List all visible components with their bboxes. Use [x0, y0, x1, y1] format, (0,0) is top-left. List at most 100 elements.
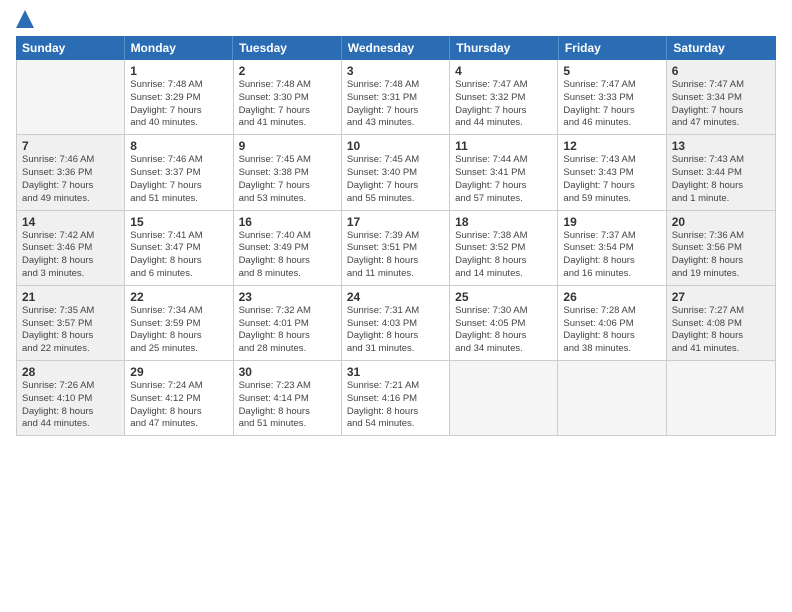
logo	[16, 14, 34, 28]
calendar-cell: 14Sunrise: 7:42 AMSunset: 3:46 PMDayligh…	[17, 211, 125, 285]
calendar-cell: 8Sunrise: 7:46 AMSunset: 3:37 PMDaylight…	[125, 135, 233, 209]
day-number: 31	[347, 365, 444, 379]
calendar-cell	[667, 361, 775, 435]
day-info: Sunrise: 7:43 AMSunset: 3:44 PMDaylight:…	[672, 154, 770, 205]
day-number: 27	[672, 290, 770, 304]
calendar-body: 1Sunrise: 7:48 AMSunset: 3:29 PMDaylight…	[16, 60, 776, 436]
calendar-cell: 13Sunrise: 7:43 AMSunset: 3:44 PMDayligh…	[667, 135, 775, 209]
day-number: 24	[347, 290, 444, 304]
day-number: 20	[672, 215, 770, 229]
day-number: 3	[347, 64, 444, 78]
day-info: Sunrise: 7:46 AMSunset: 3:37 PMDaylight:…	[130, 154, 227, 205]
day-info: Sunrise: 7:40 AMSunset: 3:49 PMDaylight:…	[239, 230, 336, 281]
day-info: Sunrise: 7:38 AMSunset: 3:52 PMDaylight:…	[455, 230, 552, 281]
day-info: Sunrise: 7:30 AMSunset: 4:05 PMDaylight:…	[455, 305, 552, 356]
day-info: Sunrise: 7:34 AMSunset: 3:59 PMDaylight:…	[130, 305, 227, 356]
day-number: 7	[22, 139, 119, 153]
day-info: Sunrise: 7:28 AMSunset: 4:06 PMDaylight:…	[563, 305, 660, 356]
day-number: 28	[22, 365, 119, 379]
page: SundayMondayTuesdayWednesdayThursdayFrid…	[0, 0, 792, 612]
day-info: Sunrise: 7:26 AMSunset: 4:10 PMDaylight:…	[22, 380, 119, 431]
calendar-cell: 24Sunrise: 7:31 AMSunset: 4:03 PMDayligh…	[342, 286, 450, 360]
calendar-cell: 27Sunrise: 7:27 AMSunset: 4:08 PMDayligh…	[667, 286, 775, 360]
day-info: Sunrise: 7:39 AMSunset: 3:51 PMDaylight:…	[347, 230, 444, 281]
day-info: Sunrise: 7:35 AMSunset: 3:57 PMDaylight:…	[22, 305, 119, 356]
day-info: Sunrise: 7:42 AMSunset: 3:46 PMDaylight:…	[22, 230, 119, 281]
day-number: 29	[130, 365, 227, 379]
day-number: 30	[239, 365, 336, 379]
day-number: 9	[239, 139, 336, 153]
day-number: 13	[672, 139, 770, 153]
day-info: Sunrise: 7:47 AMSunset: 3:32 PMDaylight:…	[455, 79, 552, 130]
header	[16, 14, 776, 28]
calendar-row: 14Sunrise: 7:42 AMSunset: 3:46 PMDayligh…	[17, 211, 775, 286]
day-info: Sunrise: 7:21 AMSunset: 4:16 PMDaylight:…	[347, 380, 444, 431]
calendar-cell: 17Sunrise: 7:39 AMSunset: 3:51 PMDayligh…	[342, 211, 450, 285]
day-number: 17	[347, 215, 444, 229]
calendar-cell: 3Sunrise: 7:48 AMSunset: 3:31 PMDaylight…	[342, 60, 450, 134]
day-info: Sunrise: 7:47 AMSunset: 3:34 PMDaylight:…	[672, 79, 770, 130]
day-info: Sunrise: 7:27 AMSunset: 4:08 PMDaylight:…	[672, 305, 770, 356]
day-number: 15	[130, 215, 227, 229]
calendar: SundayMondayTuesdayWednesdayThursdayFrid…	[16, 36, 776, 602]
day-number: 14	[22, 215, 119, 229]
calendar-cell: 15Sunrise: 7:41 AMSunset: 3:47 PMDayligh…	[125, 211, 233, 285]
logo-icon	[16, 10, 34, 28]
day-info: Sunrise: 7:46 AMSunset: 3:36 PMDaylight:…	[22, 154, 119, 205]
cal-header-day: Saturday	[667, 36, 776, 60]
day-info: Sunrise: 7:43 AMSunset: 3:43 PMDaylight:…	[563, 154, 660, 205]
cal-header-day: Sunday	[16, 36, 125, 60]
day-info: Sunrise: 7:37 AMSunset: 3:54 PMDaylight:…	[563, 230, 660, 281]
cal-header-day: Monday	[125, 36, 234, 60]
calendar-cell: 9Sunrise: 7:45 AMSunset: 3:38 PMDaylight…	[234, 135, 342, 209]
logo-triangle-icon	[16, 10, 34, 28]
calendar-cell: 7Sunrise: 7:46 AMSunset: 3:36 PMDaylight…	[17, 135, 125, 209]
cal-header-day: Wednesday	[342, 36, 451, 60]
calendar-header: SundayMondayTuesdayWednesdayThursdayFrid…	[16, 36, 776, 60]
calendar-cell: 29Sunrise: 7:24 AMSunset: 4:12 PMDayligh…	[125, 361, 233, 435]
cal-header-day: Thursday	[450, 36, 559, 60]
calendar-cell: 25Sunrise: 7:30 AMSunset: 4:05 PMDayligh…	[450, 286, 558, 360]
calendar-cell: 26Sunrise: 7:28 AMSunset: 4:06 PMDayligh…	[558, 286, 666, 360]
calendar-cell: 30Sunrise: 7:23 AMSunset: 4:14 PMDayligh…	[234, 361, 342, 435]
calendar-cell: 31Sunrise: 7:21 AMSunset: 4:16 PMDayligh…	[342, 361, 450, 435]
day-number: 19	[563, 215, 660, 229]
day-number: 16	[239, 215, 336, 229]
day-number: 2	[239, 64, 336, 78]
calendar-cell	[450, 361, 558, 435]
day-info: Sunrise: 7:31 AMSunset: 4:03 PMDaylight:…	[347, 305, 444, 356]
day-number: 22	[130, 290, 227, 304]
day-number: 12	[563, 139, 660, 153]
day-info: Sunrise: 7:23 AMSunset: 4:14 PMDaylight:…	[239, 380, 336, 431]
calendar-cell: 28Sunrise: 7:26 AMSunset: 4:10 PMDayligh…	[17, 361, 125, 435]
calendar-cell: 16Sunrise: 7:40 AMSunset: 3:49 PMDayligh…	[234, 211, 342, 285]
day-number: 21	[22, 290, 119, 304]
calendar-cell: 18Sunrise: 7:38 AMSunset: 3:52 PMDayligh…	[450, 211, 558, 285]
calendar-cell: 21Sunrise: 7:35 AMSunset: 3:57 PMDayligh…	[17, 286, 125, 360]
calendar-cell: 11Sunrise: 7:44 AMSunset: 3:41 PMDayligh…	[450, 135, 558, 209]
calendar-row: 1Sunrise: 7:48 AMSunset: 3:29 PMDaylight…	[17, 60, 775, 135]
day-number: 11	[455, 139, 552, 153]
calendar-row: 28Sunrise: 7:26 AMSunset: 4:10 PMDayligh…	[17, 361, 775, 435]
calendar-cell	[558, 361, 666, 435]
day-info: Sunrise: 7:48 AMSunset: 3:30 PMDaylight:…	[239, 79, 336, 130]
day-number: 8	[130, 139, 227, 153]
calendar-cell: 5Sunrise: 7:47 AMSunset: 3:33 PMDaylight…	[558, 60, 666, 134]
calendar-cell: 20Sunrise: 7:36 AMSunset: 3:56 PMDayligh…	[667, 211, 775, 285]
day-number: 25	[455, 290, 552, 304]
day-info: Sunrise: 7:48 AMSunset: 3:31 PMDaylight:…	[347, 79, 444, 130]
day-info: Sunrise: 7:24 AMSunset: 4:12 PMDaylight:…	[130, 380, 227, 431]
calendar-cell: 12Sunrise: 7:43 AMSunset: 3:43 PMDayligh…	[558, 135, 666, 209]
day-info: Sunrise: 7:45 AMSunset: 3:38 PMDaylight:…	[239, 154, 336, 205]
calendar-cell: 10Sunrise: 7:45 AMSunset: 3:40 PMDayligh…	[342, 135, 450, 209]
calendar-cell: 1Sunrise: 7:48 AMSunset: 3:29 PMDaylight…	[125, 60, 233, 134]
calendar-cell: 6Sunrise: 7:47 AMSunset: 3:34 PMDaylight…	[667, 60, 775, 134]
day-info: Sunrise: 7:44 AMSunset: 3:41 PMDaylight:…	[455, 154, 552, 205]
day-number: 10	[347, 139, 444, 153]
day-number: 4	[455, 64, 552, 78]
day-info: Sunrise: 7:32 AMSunset: 4:01 PMDaylight:…	[239, 305, 336, 356]
day-info: Sunrise: 7:47 AMSunset: 3:33 PMDaylight:…	[563, 79, 660, 130]
calendar-cell: 23Sunrise: 7:32 AMSunset: 4:01 PMDayligh…	[234, 286, 342, 360]
day-number: 5	[563, 64, 660, 78]
day-info: Sunrise: 7:41 AMSunset: 3:47 PMDaylight:…	[130, 230, 227, 281]
